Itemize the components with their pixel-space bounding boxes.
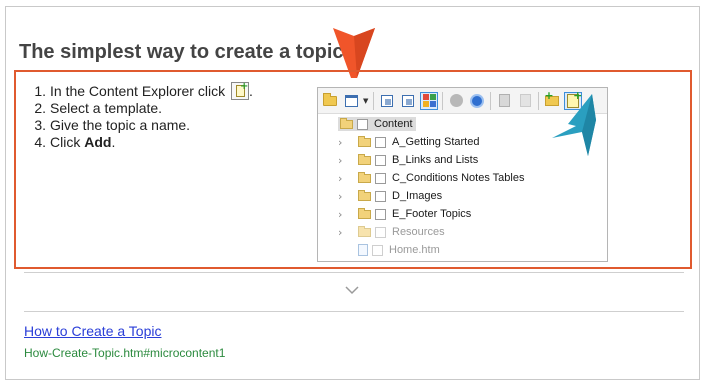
folder-icon [358, 225, 371, 237]
new-topic-icon: + [230, 82, 249, 100]
checkbox[interactable] [375, 172, 386, 184]
chevron-down-icon[interactable] [344, 284, 360, 296]
chevron-right-icon[interactable]: › [338, 208, 348, 221]
step-3: 3. Give the topic a name. [34, 117, 191, 133]
file-icon [358, 244, 368, 256]
tree-item[interactable]: › Resources [318, 223, 607, 241]
step-1: 1. In the Content Explorer click +. [34, 81, 253, 100]
paste-icon[interactable] [399, 92, 417, 110]
dropdown-caret-icon[interactable]: ▼ [363, 97, 368, 105]
cyan-pointer-arrow-icon [552, 94, 596, 156]
page-title: The simplest way to create a topic [19, 41, 344, 63]
folder-icon [358, 135, 371, 147]
tree-item[interactable]: Home.htm [318, 241, 607, 259]
chevron-right-icon[interactable]: › [338, 172, 348, 185]
chevron-right-icon[interactable]: › [338, 190, 348, 203]
folder-icon [358, 207, 371, 219]
checkbox[interactable] [357, 118, 368, 130]
tree-item[interactable]: › D_Images [318, 187, 607, 205]
folder-icon [358, 189, 371, 201]
checkbox[interactable] [375, 208, 386, 220]
step-4: 4. Click Add. [34, 134, 116, 150]
checkbox[interactable] [375, 226, 386, 238]
chevron-right-icon[interactable]: › [338, 136, 348, 149]
toolbar-separator [373, 91, 375, 110]
checkbox[interactable] [372, 244, 383, 256]
steps-list: 1. In the Content Explorer click +. 2. Sel… [28, 82, 253, 151]
divider [24, 311, 684, 312]
topic-link[interactable]: How to Create a Topic [24, 323, 161, 339]
checkbox[interactable] [375, 136, 386, 148]
window-icon[interactable] [342, 92, 360, 110]
copy-icon[interactable] [378, 92, 396, 110]
chevron-right-icon[interactable]: › [338, 226, 348, 239]
grey-circle-icon[interactable] [447, 92, 465, 110]
toolbar-separator [490, 91, 492, 110]
tree-item[interactable]: › C_Conditions Notes Tables [318, 169, 607, 187]
toolbar-separator [538, 91, 540, 110]
doc-icon[interactable] [495, 92, 513, 110]
step-2: 2. Select a template. [34, 100, 163, 116]
checkbox[interactable] [375, 190, 386, 202]
grid-view-icon[interactable] [420, 91, 439, 110]
folder-icon [358, 171, 371, 183]
toolbar-separator [442, 91, 444, 110]
topic-path: How-Create-Topic.htm#microcontent1 [24, 346, 226, 360]
tree-item[interactable]: › E_Footer Topics [318, 205, 607, 223]
folder-icon [358, 153, 371, 165]
folder-icon[interactable] [321, 92, 339, 110]
folder-icon [340, 117, 353, 129]
doc-disabled-icon [516, 92, 534, 110]
divider [24, 272, 684, 273]
refresh-icon[interactable] [468, 92, 486, 110]
chevron-right-icon[interactable]: › [338, 154, 348, 167]
checkbox[interactable] [375, 154, 386, 166]
